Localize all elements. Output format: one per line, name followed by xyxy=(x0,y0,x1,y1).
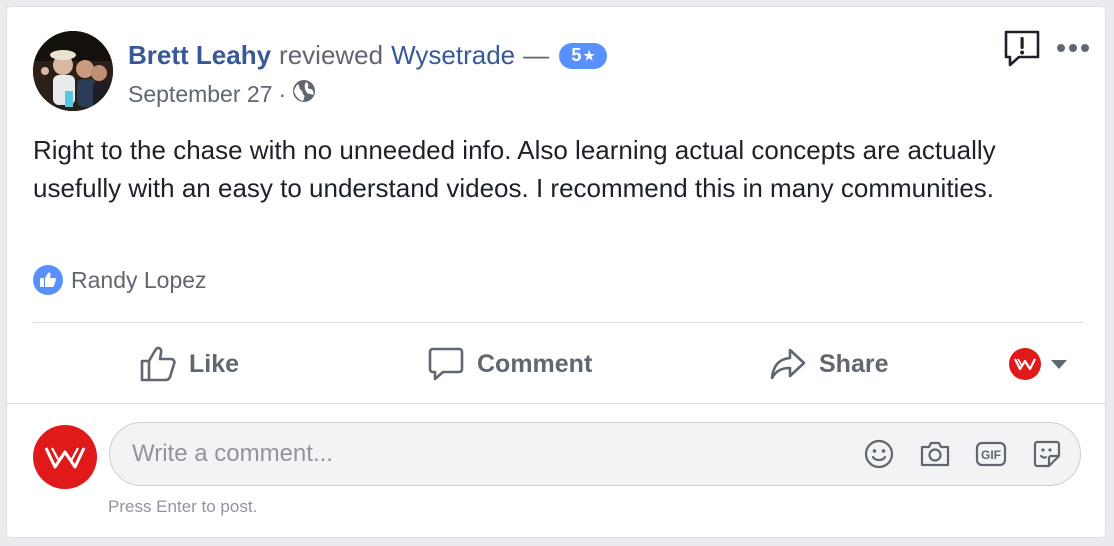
comment-icon xyxy=(428,347,464,381)
current-page-avatar[interactable] xyxy=(33,425,97,489)
chevron-down-icon xyxy=(1051,360,1067,369)
report-icon[interactable] xyxy=(1003,29,1041,69)
share-icon xyxy=(770,348,806,380)
review-text: Right to the chase with no unneeded info… xyxy=(33,135,996,203)
share-button[interactable]: Share xyxy=(769,333,888,395)
share-label: Share xyxy=(819,349,889,378)
post-meta: September 27 · xyxy=(128,79,316,109)
more-options-icon[interactable] xyxy=(1055,41,1091,55)
rating-badge[interactable]: 5 ★ xyxy=(559,42,608,69)
like-button[interactable]: Like xyxy=(139,333,239,395)
composer-tools: GIF xyxy=(840,423,1064,485)
comment-label: Comment xyxy=(477,349,593,378)
svg-text:GIF: GIF xyxy=(981,448,1001,462)
post-header: Brett Leahy reviewed Wysetrade — 5 ★ xyxy=(128,40,608,71)
press-enter-hint: Press Enter to post. xyxy=(108,497,258,516)
comment-input[interactable] xyxy=(130,439,834,469)
comment-composer[interactable]: GIF xyxy=(109,422,1081,486)
review-post-card: Brett Leahy reviewed Wysetrade — 5 ★ Sep… xyxy=(6,6,1106,538)
rating-value: 5 xyxy=(571,45,582,65)
wysetrade-logo-icon xyxy=(1009,348,1041,380)
gif-icon[interactable]: GIF xyxy=(974,437,1008,471)
thumbs-up-icon xyxy=(140,346,176,382)
star-icon: ★ xyxy=(583,47,595,63)
camera-icon[interactable] xyxy=(918,437,952,471)
sticker-icon[interactable] xyxy=(1030,437,1064,471)
like-label: Like xyxy=(189,349,240,378)
acting-page-selector[interactable] xyxy=(1008,333,1068,395)
divider xyxy=(7,403,1105,404)
author-avatar[interactable] xyxy=(33,31,113,111)
globe-icon[interactable] xyxy=(292,79,316,109)
comment-button[interactable]: Comment xyxy=(427,333,592,395)
page-name-link[interactable]: Wysetrade xyxy=(391,40,515,71)
reaction-names: Randy Lopez xyxy=(71,266,207,293)
header-dash: — xyxy=(523,40,550,70)
emoji-icon[interactable] xyxy=(862,437,896,471)
reactions-summary[interactable]: Randy Lopez xyxy=(33,265,207,295)
divider xyxy=(33,322,1083,323)
meta-separator: · xyxy=(278,80,287,107)
action-bar: Like Comment Share xyxy=(33,333,1083,395)
post-date-link[interactable]: September 27 xyxy=(128,81,272,108)
author-name-link[interactable]: Brett Leahy xyxy=(128,40,271,71)
review-verb: reviewed xyxy=(279,40,384,70)
like-reaction-icon xyxy=(33,265,63,295)
